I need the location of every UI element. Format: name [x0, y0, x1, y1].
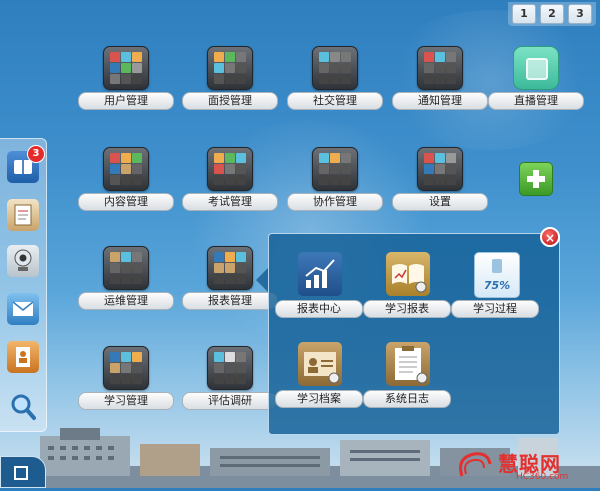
- notebook-icon[interactable]: [7, 199, 39, 231]
- app-folder-icon: [312, 147, 358, 191]
- start-button[interactable]: [0, 456, 46, 488]
- popup-pointer: [256, 268, 268, 292]
- app-live-management[interactable]: 直播管理: [488, 46, 584, 114]
- page-button-1[interactable]: 1: [512, 4, 536, 24]
- app-label: 直播管理: [488, 92, 584, 110]
- clipboard-log-icon: [386, 342, 430, 386]
- app-learning-management[interactable]: 学习管理: [78, 346, 174, 414]
- plus-icon: [527, 170, 545, 188]
- webcam-icon: [14, 249, 32, 271]
- app-folder-icon: [207, 346, 253, 390]
- webcam-icon[interactable]: [7, 245, 39, 277]
- library-icon[interactable]: 3: [7, 145, 45, 183]
- system-log-item[interactable]: 系统日志: [363, 342, 453, 420]
- app-label: 面授管理: [182, 92, 278, 110]
- search-icon: [11, 394, 36, 420]
- page-button-2[interactable]: 2: [540, 4, 564, 24]
- open-book-icon: [386, 252, 430, 296]
- swirl-logo-icon: [459, 452, 492, 477]
- app-evaluation-survey[interactable]: 评估调研: [182, 346, 278, 414]
- app-label: 社交管理: [287, 92, 383, 110]
- page-button-3[interactable]: 3: [568, 4, 592, 24]
- system-log-label: 系统日志: [363, 390, 451, 408]
- app-operations-management[interactable]: 运维管理: [78, 246, 174, 314]
- app-folder-icon: [417, 46, 463, 90]
- app-label: 用户管理: [78, 92, 174, 110]
- learning-process-label: 学习过程: [451, 300, 539, 318]
- app-folder-icon: [103, 246, 149, 290]
- profile-card-icon: [298, 342, 342, 386]
- chart-growth-icon: [298, 252, 342, 296]
- app-collaboration-management[interactable]: 协作管理: [287, 147, 383, 215]
- app-label: 报表管理: [182, 292, 278, 310]
- report-center-label: 报表中心: [275, 300, 363, 318]
- app-content-management[interactable]: 内容管理: [78, 147, 174, 215]
- progress-value: 75%: [483, 279, 511, 292]
- app-folder-icon: [103, 147, 149, 191]
- app-label: 运维管理: [78, 292, 174, 310]
- progress-icon: 75%: [474, 252, 520, 298]
- app-label: 考试管理: [182, 193, 278, 211]
- app-folder-icon: [103, 346, 149, 390]
- app-folder-icon: [207, 147, 253, 191]
- app-label: 评估调研: [182, 392, 278, 410]
- learning-archive-item[interactable]: 学习档案: [275, 342, 365, 420]
- app-label: 设置: [392, 193, 488, 211]
- app-label: 通知管理: [392, 92, 488, 110]
- app-folder-icon: [312, 46, 358, 90]
- report-folder-popup: 报表中心 学习报表 75% 学习过程 学习档案 系统日志: [268, 233, 560, 435]
- app-label: 学习管理: [78, 392, 174, 410]
- notification-badge: 3: [27, 145, 45, 163]
- app-label: 内容管理: [78, 193, 174, 211]
- learning-archive-label: 学习档案: [275, 390, 363, 408]
- page-switcher: 1 2 3: [508, 2, 596, 26]
- app-folder-icon: [417, 147, 463, 191]
- envelope-icon: [12, 301, 34, 316]
- learning-process-item[interactable]: 75% 学习过程: [451, 252, 541, 330]
- add-app-button[interactable]: [519, 162, 553, 196]
- app-folder-icon: [207, 46, 253, 90]
- learning-report-item[interactable]: 学习报表: [363, 252, 453, 330]
- app-exam-management[interactable]: 考试管理: [182, 147, 278, 215]
- app-social-management[interactable]: 社交管理: [287, 46, 383, 114]
- window-icon: [14, 466, 28, 480]
- app-folder-icon: [103, 46, 149, 90]
- magnifier-icon[interactable]: [7, 391, 39, 423]
- app-face-to-face-management[interactable]: 面授管理: [182, 46, 278, 114]
- hc360-watermark-logo: 慧聪网 HC360.com: [454, 448, 594, 484]
- app-user-management[interactable]: 用户管理: [78, 46, 174, 114]
- address-book-icon: [16, 347, 30, 367]
- watermark-url: HC360.com: [516, 472, 569, 482]
- notebook-icon: [14, 204, 32, 226]
- report-center-item[interactable]: 报表中心: [275, 252, 365, 330]
- left-dock: 3: [0, 138, 47, 432]
- close-popup-button[interactable]: ×: [540, 227, 560, 247]
- mail-icon[interactable]: [7, 293, 39, 325]
- app-notification-management[interactable]: 通知管理: [392, 46, 488, 114]
- learning-report-label: 学习报表: [363, 300, 451, 318]
- live-stream-icon: [513, 46, 559, 90]
- app-label: 协作管理: [287, 193, 383, 211]
- contacts-icon[interactable]: [7, 341, 39, 373]
- app-folder-icon: [207, 246, 253, 290]
- app-settings[interactable]: 设置: [392, 147, 488, 215]
